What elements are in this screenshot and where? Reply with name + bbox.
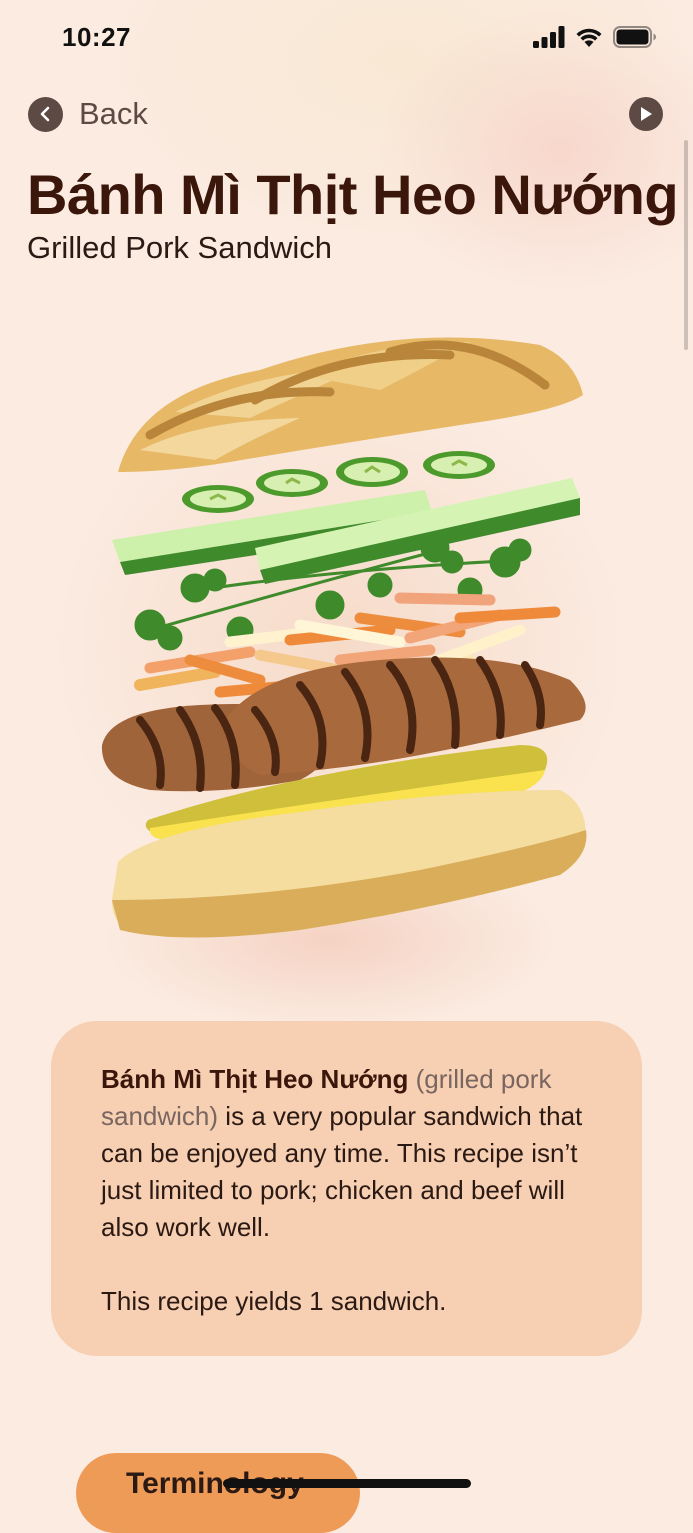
status-time: 10:27 — [62, 22, 131, 52]
recipe-yield: This recipe yields 1 sandwich. — [101, 1286, 447, 1316]
recipe-title: Bánh Mì Thịt Heo Nướng — [27, 163, 679, 226]
battery-icon — [613, 26, 656, 48]
wifi-icon — [576, 28, 602, 47]
terminology-button[interactable]: Terminology — [76, 1453, 360, 1533]
top-bread — [118, 337, 583, 472]
description-recipe-name: Bánh Mì Thịt Heo Nướng — [101, 1064, 409, 1094]
banh-mi-illustration — [101, 337, 587, 938]
status-icons — [533, 26, 657, 48]
recipe-description: Bánh Mì Thịt Heo Nướng (grilled pork san… — [101, 1061, 592, 1246]
chevron-left-icon — [28, 96, 63, 132]
play-button[interactable] — [629, 97, 663, 131]
play-icon — [641, 107, 652, 121]
recipe-subtitle: Grilled Pork Sandwich — [27, 230, 332, 265]
back-label: Back — [79, 96, 148, 131]
recipe-description-card: Bánh Mì Thịt Heo Nướng (grilled pork san… — [51, 1021, 642, 1356]
back-button[interactable]: Back — [28, 96, 148, 132]
cellular-signal-icon — [533, 26, 565, 48]
status-bar: 10:27 — [0, 0, 693, 78]
home-indicator[interactable] — [223, 1479, 471, 1488]
